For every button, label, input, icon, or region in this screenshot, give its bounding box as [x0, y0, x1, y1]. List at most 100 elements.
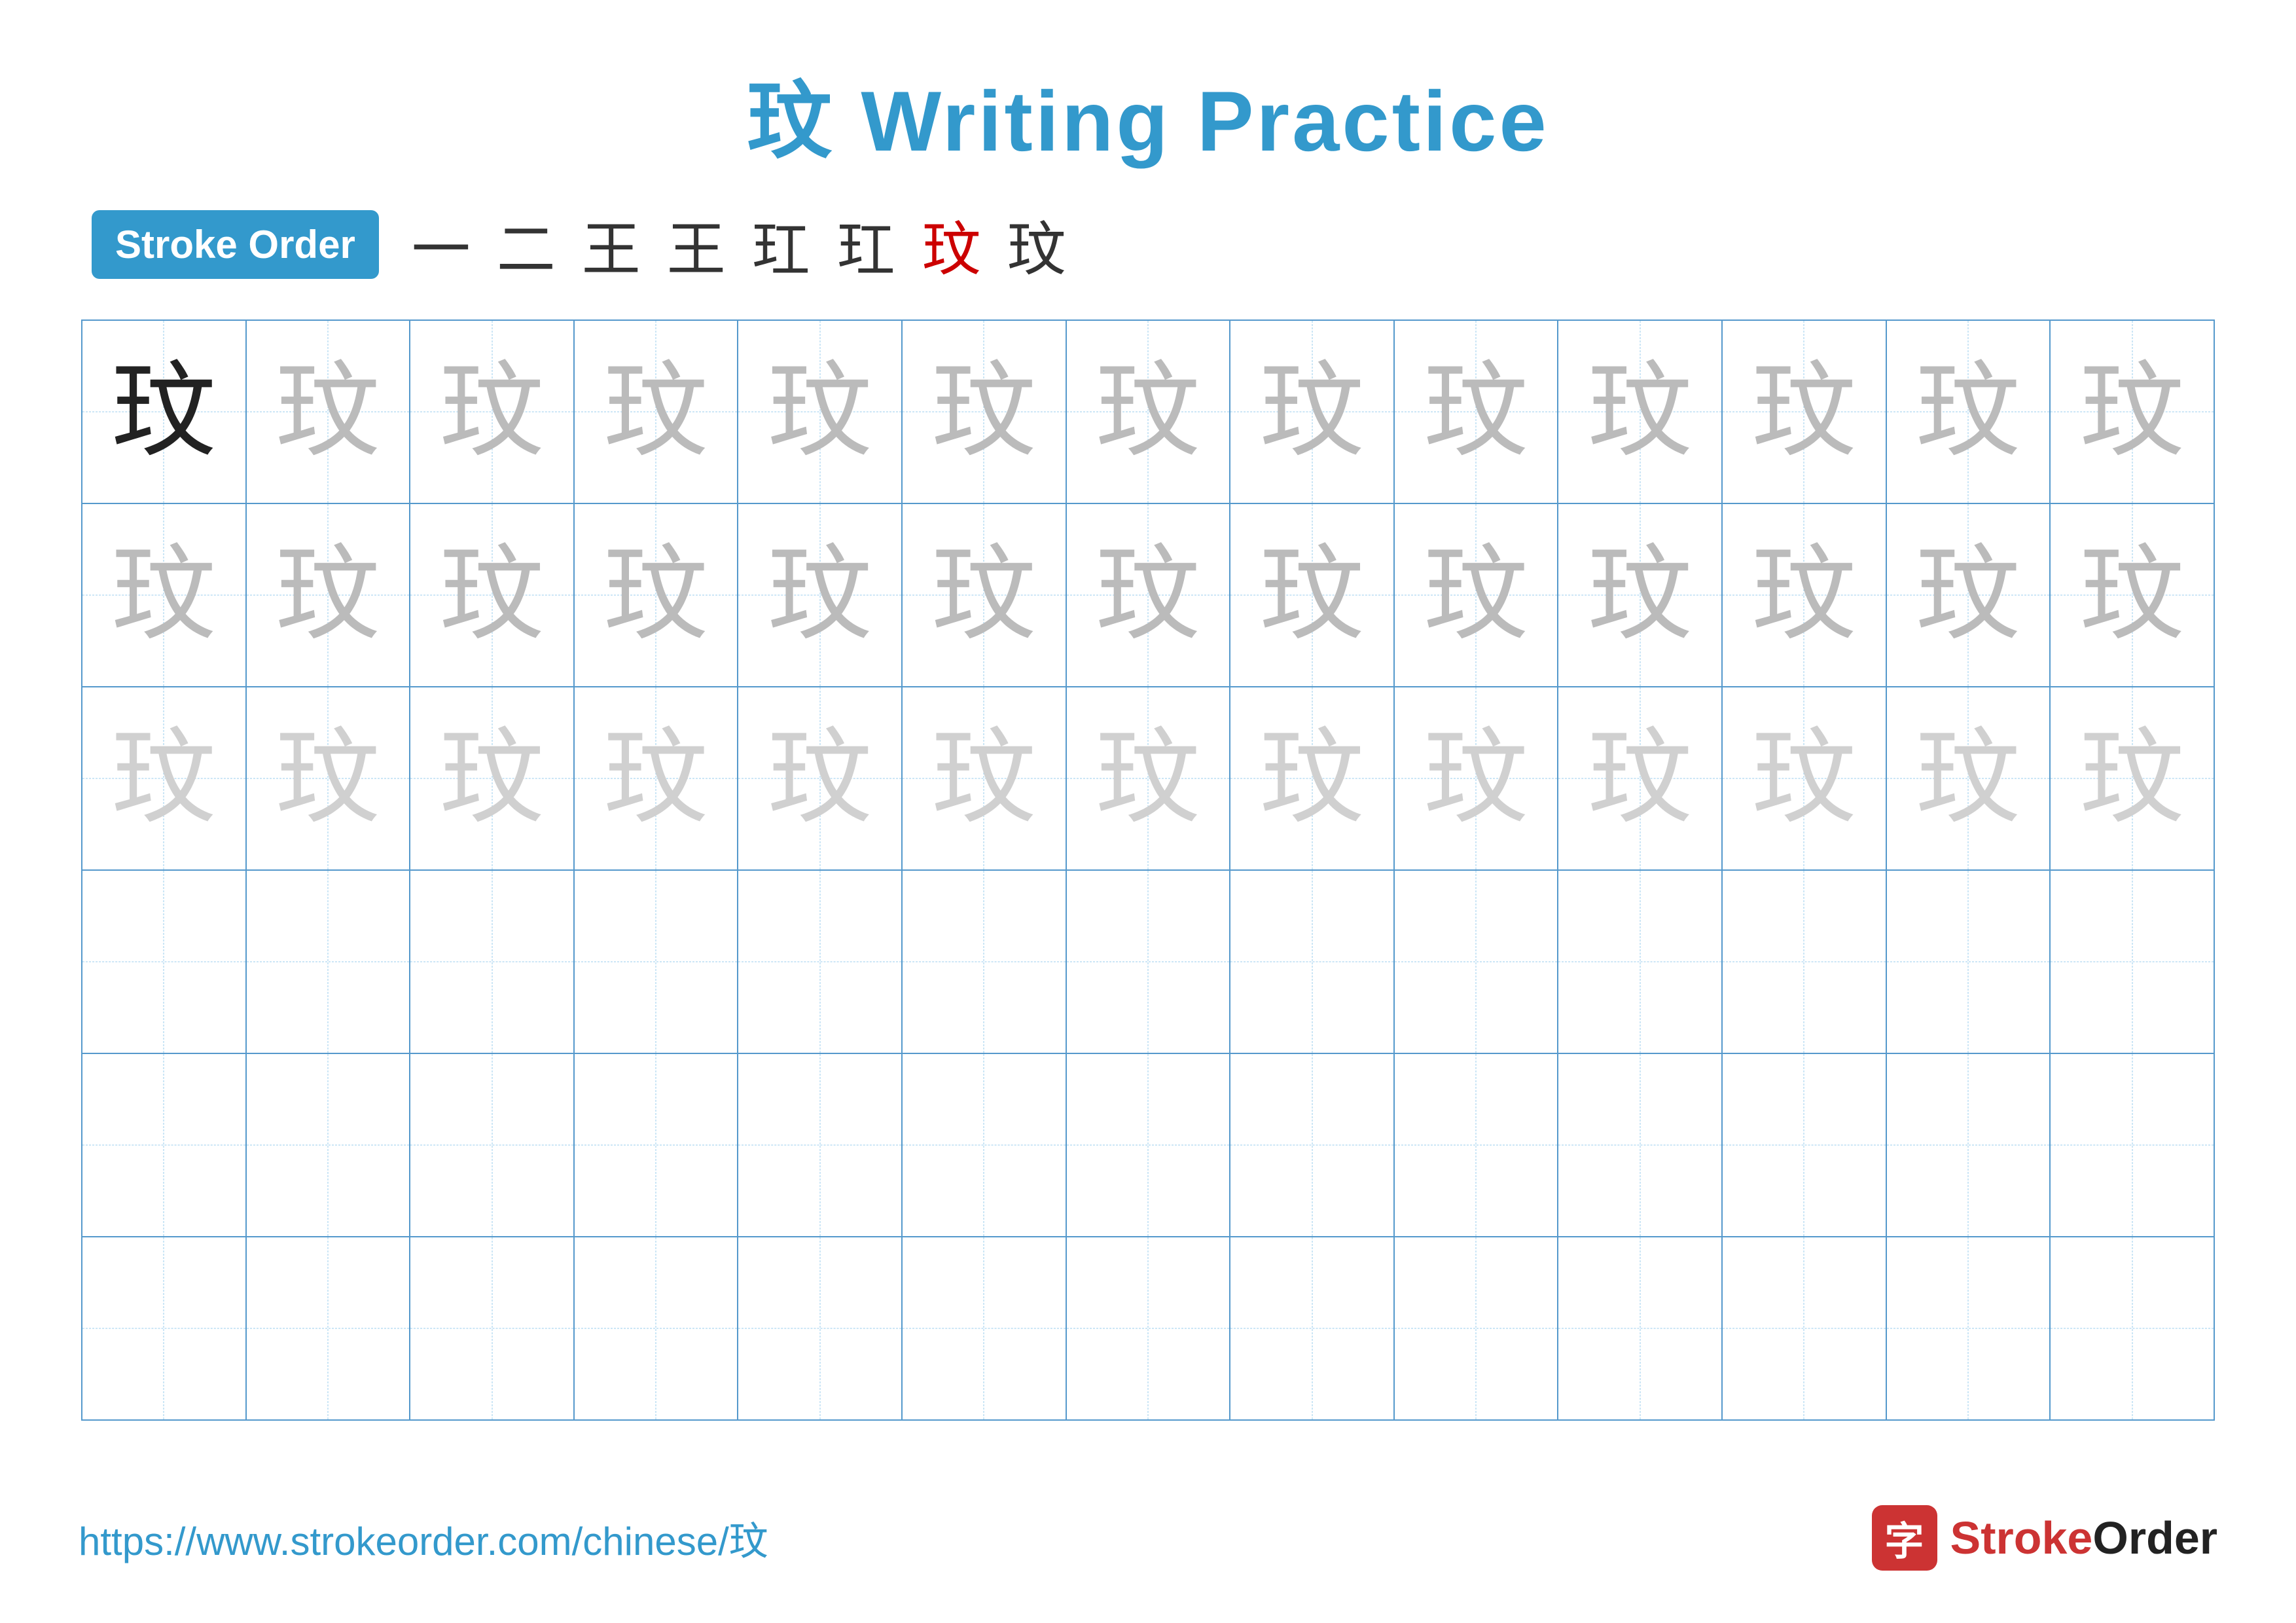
table-cell: [1886, 1237, 2051, 1420]
table-cell: [1066, 870, 1230, 1053]
table-cell: [1230, 870, 1394, 1053]
footer-logo-text: StrokeOrder: [1950, 1512, 2218, 1564]
table-cell: 玟: [1722, 503, 1886, 687]
table-cell: [2050, 1053, 2214, 1237]
table-cell: 玟: [1230, 503, 1394, 687]
strokeorder-logo-icon: 字: [1872, 1505, 1937, 1571]
table-cell: [410, 870, 574, 1053]
table-cell: [1558, 870, 1722, 1053]
table-cell: [82, 870, 246, 1053]
table-cell: [246, 1053, 410, 1237]
table-cell: [574, 1237, 738, 1420]
table-cell: 玟: [738, 503, 902, 687]
table-cell: [902, 1237, 1066, 1420]
table-cell: 玟: [2050, 320, 2214, 503]
table-cell: 玟: [410, 687, 574, 870]
table-cell: [1230, 1237, 1394, 1420]
table-cell: [246, 1237, 410, 1420]
table-cell: [1722, 1053, 1886, 1237]
page-title: 玟 Writing Practice: [747, 52, 1549, 175]
table-cell: [1886, 1053, 2051, 1237]
table-cell: [1230, 1053, 1394, 1237]
table-cell: 玟: [1230, 320, 1394, 503]
footer-logo: 字 StrokeOrder: [1872, 1505, 2218, 1571]
footer: https://www.strokeorder.com/chinese/玟 字 …: [79, 1505, 2217, 1571]
table-cell: 玟: [1066, 503, 1230, 687]
table-cell: [738, 1237, 902, 1420]
table-cell: [574, 1053, 738, 1237]
stroke-order-badge: Stroke Order: [92, 210, 379, 279]
table-cell: 玟: [82, 503, 246, 687]
table-cell: [82, 1237, 246, 1420]
stroke-1: 一: [412, 202, 471, 287]
table-cell: 玟: [1558, 687, 1722, 870]
table-cell: 玟: [1558, 503, 1722, 687]
footer-url[interactable]: https://www.strokeorder.com/chinese/玟: [79, 1510, 768, 1567]
table-cell: 玟: [2050, 687, 2214, 870]
table-cell: 玟: [1394, 320, 1558, 503]
logo-text-colored: Stroke: [1950, 1512, 2093, 1563]
table-cell: [1394, 870, 1558, 1053]
table-cell: 玟: [902, 503, 1066, 687]
table-cell: 玟: [738, 320, 902, 503]
table-cell: 玟: [1394, 503, 1558, 687]
table-cell: [246, 870, 410, 1053]
table-cell: 玟: [246, 503, 410, 687]
table-cell: 玟: [1886, 687, 2051, 870]
stroke-7: 玟: [922, 202, 981, 287]
table-row: 玟 玟 玟 玟 玟 玟 玟 玟 玟 玟 玟 玟 玟: [82, 687, 2214, 870]
table-cell: 玟: [1886, 503, 2051, 687]
table-cell: 玟: [1558, 320, 1722, 503]
table-cell: 玟: [574, 503, 738, 687]
table-cell: 玟: [574, 687, 738, 870]
table-cell: [574, 870, 738, 1053]
table-cell: 玟: [410, 503, 574, 687]
table-cell: [1558, 1237, 1722, 1420]
table-row: [82, 1053, 2214, 1237]
stroke-5: 玒: [752, 202, 811, 287]
stroke-order-row: Stroke Order 一 二 王 王 玒 玒 玟 玟: [79, 202, 2217, 287]
practice-grid: 玟 玟 玟 玟 玟 玟 玟 玟 玟 玟 玟 玟 玟 玟 玟 玟 玟 玟 玟 玟 …: [81, 319, 2215, 1421]
practice-char: 玟: [111, 359, 216, 464]
table-cell: 玟: [1230, 687, 1394, 870]
table-cell: 玟: [1066, 687, 1230, 870]
table-cell: 玟: [82, 320, 246, 503]
table-cell: [82, 1053, 246, 1237]
table-cell: 玟: [1722, 320, 1886, 503]
page: 玟 Writing Practice Stroke Order 一 二 王 王 …: [0, 0, 2296, 1623]
table-cell: 玟: [82, 687, 246, 870]
stroke-sequence: 一 二 王 王 玒 玒 玟 玟: [412, 202, 1066, 287]
table-cell: 玟: [1066, 320, 1230, 503]
table-cell: 玟: [738, 687, 902, 870]
table-cell: 玟: [902, 320, 1066, 503]
table-cell: [2050, 870, 2214, 1053]
table-cell: [1558, 1053, 1722, 1237]
table-cell: 玟: [902, 687, 1066, 870]
table-cell: 玟: [574, 320, 738, 503]
stroke-6: 玒: [837, 202, 896, 287]
table-cell: 玟: [1394, 687, 1558, 870]
table-cell: [2050, 1237, 2214, 1420]
table-cell: 玟: [246, 320, 410, 503]
table-cell: [1722, 870, 1886, 1053]
table-cell: [1722, 1237, 1886, 1420]
table-cell: [410, 1053, 574, 1237]
table-cell: [902, 870, 1066, 1053]
table-cell: 玟: [1886, 320, 2051, 503]
table-row: [82, 870, 2214, 1053]
table-row: [82, 1237, 2214, 1420]
table-cell: [1886, 870, 2051, 1053]
table-cell: 玟: [2050, 503, 2214, 687]
table-cell: 玟: [410, 320, 574, 503]
table-cell: [410, 1237, 574, 1420]
stroke-2: 二: [497, 202, 556, 287]
table-cell: [1066, 1053, 1230, 1237]
table-cell: [738, 1053, 902, 1237]
cell-inner: 玟: [82, 321, 245, 503]
table-cell: 玟: [246, 687, 410, 870]
stroke-3: 王: [582, 202, 641, 287]
table-cell: [738, 870, 902, 1053]
table-row: 玟 玟 玟 玟 玟 玟 玟 玟 玟 玟 玟 玟 玟: [82, 320, 2214, 503]
table-cell: [1394, 1053, 1558, 1237]
table-cell: 玟: [1722, 687, 1886, 870]
